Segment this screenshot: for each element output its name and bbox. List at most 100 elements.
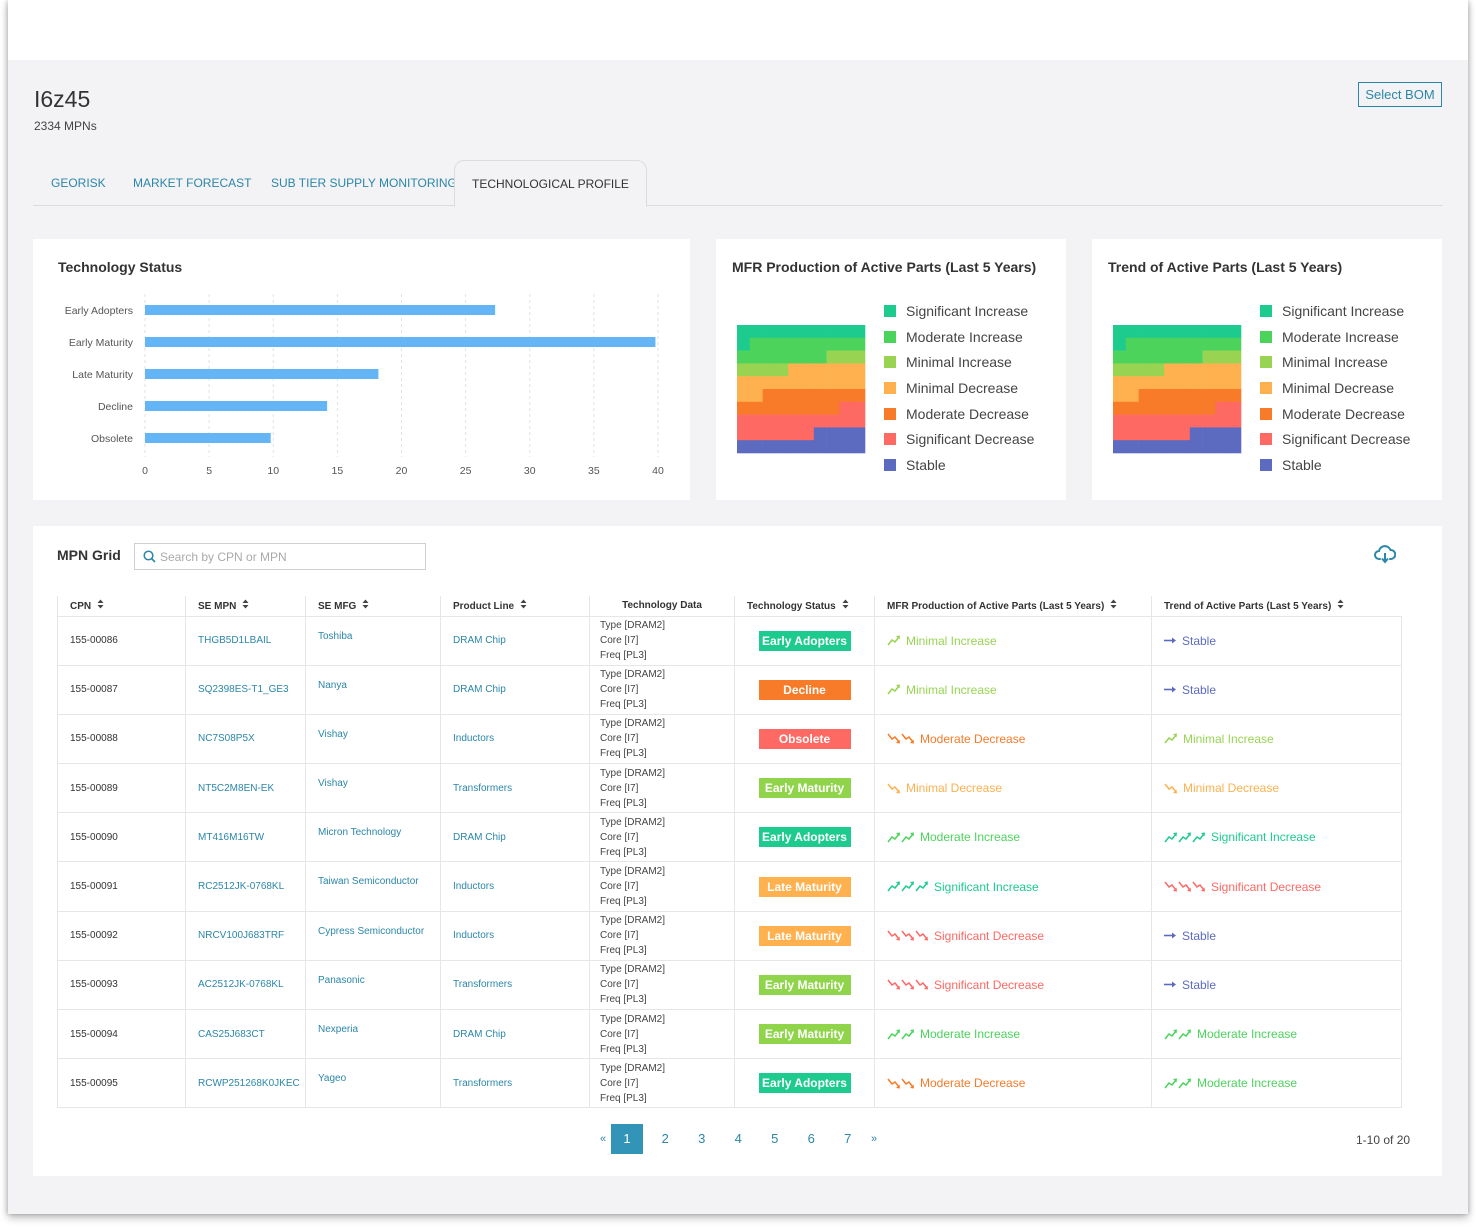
product-line-link[interactable]: DRAM Chip [453,684,506,695]
column-header-cpn[interactable]: CPN [57,596,186,617]
product-line-link[interactable]: DRAM Chip [453,635,506,646]
technology-data-cell: Type [DRAM2] Core [I7] Freq [PL3] [589,615,735,666]
select-bom-button[interactable]: Select BOM [1358,82,1442,107]
table-row[interactable]: 155-00093 AC2512JK-0768KL Panasonic Transfo… [57,959,1402,1011]
waffle-cell-moderate-increase [1215,337,1229,351]
column-header-se-mfg[interactable]: SE MFG [305,596,441,617]
product-line-link[interactable]: DRAM Chip [453,832,506,843]
se-mfg-link[interactable]: Taiwan Semiconductor [318,876,419,887]
tab-sub-tier-supply-monitoring[interactable]: SUB TIER SUPPLY MONITORING [271,160,457,206]
trend-down-icon [887,979,928,990]
legend-item: Significant Increase [884,298,1034,324]
tab-technological-profile[interactable]: TECHNOLOGICAL PROFILE [454,160,647,207]
table-row[interactable]: 155-00094 CAS25J683CT Nexperia DRAM Chip Typ… [57,1008,1402,1060]
waffle-cell-moderate-increase [1177,337,1191,351]
se-mpn-link[interactable]: SQ2398ES-T1_GE3 [198,684,289,695]
next-page-button[interactable]: » [866,1124,882,1154]
se-mpn-link[interactable]: RC2512JK-0768KL [198,881,284,892]
product-line-link[interactable]: Inductors [453,881,494,892]
product-line-cell: DRAM Chip [440,1008,590,1060]
product-line-link[interactable]: DRAM Chip [453,1029,506,1040]
column-header-trend-of-active-parts-last-5-years[interactable]: Trend of Active Parts (Last 5 Years) [1151,596,1402,617]
table-row[interactable]: 155-00090 MT416M16TW Micron Technology DRAM… [57,812,1402,863]
trend-label: Minimal Increase [1183,731,1274,746]
se-mfg-link[interactable]: Cypress Semiconductor [318,926,424,937]
se-mfg-link[interactable]: Vishay [318,778,348,789]
se-mpn-link[interactable]: THGB5D1LBAIL [198,635,271,646]
sort-icon[interactable] [242,599,249,611]
page-6-button[interactable]: 6 [793,1124,830,1154]
column-header-product-line[interactable]: Product Line [440,596,590,617]
page-5-button[interactable]: 5 [757,1124,794,1154]
se-mpn-link[interactable]: NRCV100J683TRF [198,930,284,941]
product-line-link[interactable]: Transformers [453,783,512,794]
product-line-link[interactable]: Transformers [453,979,512,990]
se-mfg-link[interactable]: Panasonic [318,975,365,986]
waffle-cell-stable [1202,427,1216,441]
table-row[interactable]: 155-00092 NRCV100J683TRF Cypress Semicondu… [57,910,1402,961]
waffle-cell-minimal-increase [1125,363,1139,377]
tech-type: Type [DRAM2] [600,866,666,878]
table-row[interactable]: 155-00086 THGB5D1LBAIL Toshiba DRAM Chip Typ… [57,615,1402,666]
waffle-cell-moderate-decrease [762,389,776,403]
waffle-cell-moderate-increase [839,337,853,351]
product-line-link[interactable]: Inductors [453,930,494,941]
prev-page-button[interactable]: « [595,1124,611,1154]
se-mpn-link[interactable]: RCWP251268K0JKEC [198,1078,300,1089]
se-mfg-link[interactable]: Yageo [318,1073,346,1084]
table-row[interactable]: 155-00088 NC7S08P5X Vishay Inductors Type [D… [57,713,1402,765]
page-3-button[interactable]: 3 [684,1124,721,1154]
se-mpn-link[interactable]: MT416M16TW [198,832,264,843]
search-box[interactable] [134,543,426,570]
sort-icon[interactable] [97,599,104,611]
waffle-cell-significant-increase [839,325,853,339]
product-line-link[interactable]: Transformers [453,1078,512,1089]
cpn-cell: 155-00088 [57,713,186,765]
waffle-cell-significant-decrease [762,414,776,428]
se-mfg-cell: Toshiba [305,615,441,666]
se-mfg-link[interactable]: Micron Technology [318,827,401,838]
se-mpn-link[interactable]: CAS25J683CT [198,1029,265,1040]
table-row[interactable]: 155-00089 NT5C2M8EN-EK Vishay Transformers T… [57,763,1402,814]
trend-label: Stable [1182,928,1217,943]
legend-swatch [1260,356,1272,369]
sort-icon[interactable] [1337,599,1344,611]
waffle-cell-significant-decrease [788,427,802,441]
tab-market-forecast[interactable]: MARKET FORECAST [133,160,251,206]
se-mfg-link[interactable]: Nexperia [318,1024,358,1035]
sort-icon[interactable] [842,599,849,611]
table-row[interactable]: 155-00091 RC2512JK-0768KL Taiwan Semicondu… [57,861,1402,912]
waffle-cell-stable [1202,440,1216,454]
sort-icon[interactable] [1110,599,1117,611]
waffle-cell-stable [1151,440,1165,454]
table-row[interactable]: 155-00095 RCWP251268K0JKEC Yageo Transforme… [57,1058,1402,1109]
column-header-se-mpn[interactable]: SE MPN [185,596,306,617]
cloud-download-icon[interactable] [1374,543,1396,565]
page-4-button[interactable]: 4 [720,1124,757,1154]
se-mfg-link[interactable]: Nanya [318,680,347,691]
product-line-link[interactable]: Inductors [453,733,494,744]
se-mfg-link[interactable]: Toshiba [318,631,352,642]
page-2-button[interactable]: 2 [647,1124,684,1154]
sort-icon[interactable] [362,599,369,611]
se-mpn-link[interactable]: NC7S08P5X [198,733,255,744]
se-mpn-link[interactable]: AC2512JK-0768KL [198,979,284,990]
column-header-mfr-production-of-active-parts-last-5-years[interactable]: MFR Production of Active Parts (Last 5 Y… [874,596,1152,617]
se-mpn-link[interactable]: NT5C2M8EN-EK [198,783,274,794]
cpn-cell: 155-00095 [57,1058,186,1109]
waffle-cell-significant-decrease [1151,427,1165,441]
tab-georisk[interactable]: GEORISK [51,160,106,206]
tech-core: Core [I7] [600,1077,639,1089]
trend-label: Significant Increase [1211,830,1316,845]
se-mfg-link[interactable]: Vishay [318,729,348,740]
page-7-button[interactable]: 7 [830,1124,867,1154]
table-row[interactable]: 155-00087 SQ2398ES-T1_GE3 Nanya DRAM Chip Ty… [57,664,1402,715]
column-header-technology-status[interactable]: Technology Status [734,596,875,617]
legend-item: Stable [1260,452,1410,478]
legend-swatch [884,433,896,446]
sort-icon[interactable] [520,599,527,611]
y-category-label: Decline [98,401,133,413]
page-1-button[interactable]: 1 [611,1124,643,1154]
waffle-cell-moderate-decrease [1151,389,1165,403]
search-input[interactable] [160,549,420,564]
